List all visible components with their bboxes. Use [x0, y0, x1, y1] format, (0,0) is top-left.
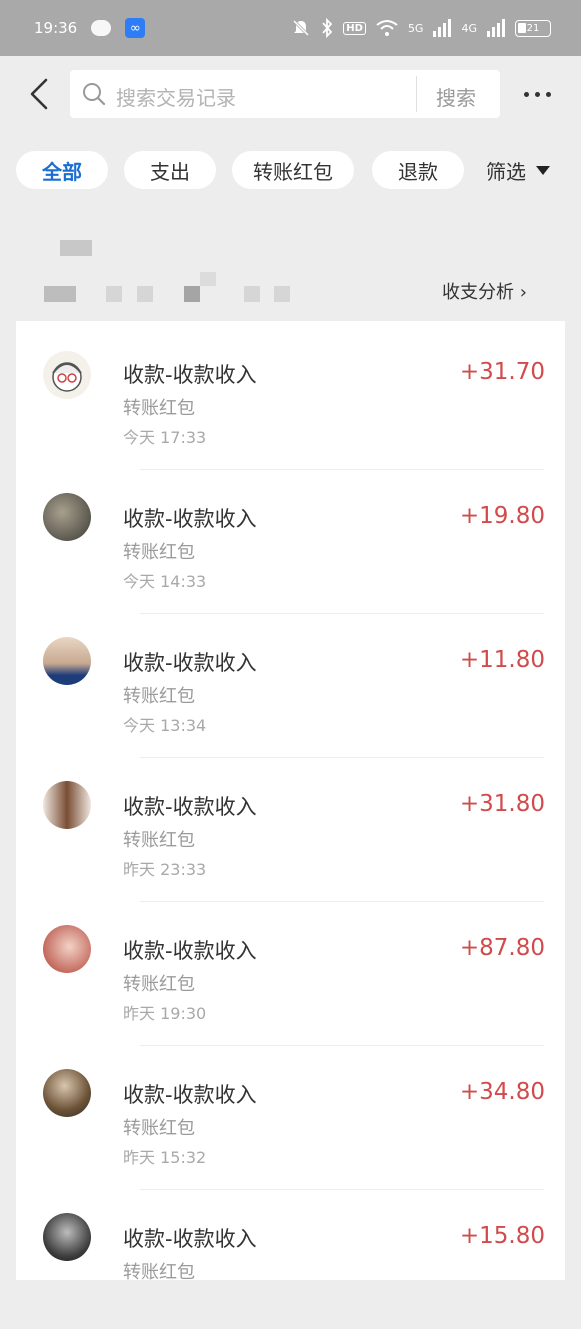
- mute-bell-icon: [293, 19, 310, 37]
- transaction-title: 收款-收款收入: [123, 939, 257, 963]
- transaction-category: 转账红包: [123, 542, 195, 563]
- blur-block: [274, 286, 290, 302]
- search-icon: [83, 83, 106, 106]
- bluetooth-icon: [322, 18, 333, 38]
- transaction-amount: +31.70: [459, 359, 545, 385]
- transaction-title: 收款-收款收入: [123, 507, 257, 531]
- wechat-icon: [91, 20, 112, 36]
- avatar: [43, 493, 91, 541]
- network-4g: 4G: [461, 21, 477, 35]
- avatar: [43, 1069, 91, 1117]
- blur-block: [184, 286, 200, 302]
- transaction-category: 转账红包: [123, 1262, 195, 1283]
- transaction-row[interactable]: 收款-收款收入 转账红包 昨天 23:33 +31.80: [16, 753, 565, 902]
- status-bar: 19:36 ∞ HD 5G 4G 21: [0, 0, 581, 56]
- transaction-row[interactable]: 收款-收款收入 转账红包 今天 17:33 +31.70: [16, 321, 565, 470]
- transaction-time: 昨天 15:32: [123, 1148, 207, 1167]
- transaction-time: 今天 17:33: [123, 428, 207, 447]
- blur-block: [106, 286, 122, 302]
- chip-refund[interactable]: 退款: [372, 151, 464, 189]
- filter-label: 筛选: [486, 160, 526, 184]
- transaction-amount: +19.80: [459, 503, 545, 529]
- search-box[interactable]: 搜索交易记录 搜索: [70, 70, 500, 118]
- more-icon[interactable]: [524, 82, 558, 106]
- infinity-icon: ∞: [125, 18, 146, 38]
- transaction-amount: +87.80: [459, 935, 545, 961]
- battery-level: 21: [526, 22, 540, 34]
- signal-2-icon: [487, 19, 505, 37]
- blur-block: [44, 286, 76, 302]
- battery-icon: 21: [515, 19, 551, 37]
- transaction-amount: +11.80: [459, 647, 545, 673]
- back-icon[interactable]: [24, 76, 54, 112]
- transaction-amount: +34.80: [459, 1079, 545, 1105]
- transaction-time: 今天 14:33: [123, 572, 207, 591]
- avatar: [43, 1213, 91, 1261]
- transaction-row[interactable]: 收款-收款收入 转账红包 +15.80: [16, 1185, 565, 1329]
- transaction-category: 转账红包: [123, 1118, 195, 1139]
- avatar: [43, 781, 91, 829]
- transaction-row[interactable]: 收款-收款收入 转账红包 今天 14:33 +19.80: [16, 465, 565, 614]
- status-right: HD 5G 4G 21: [291, 18, 551, 38]
- transaction-title: 收款-收款收入: [123, 1227, 257, 1251]
- transaction-category: 转账红包: [123, 686, 195, 707]
- status-time: 19:36: [34, 19, 78, 37]
- transaction-title: 收款-收款收入: [123, 363, 257, 387]
- filter-button[interactable]: 筛选: [486, 156, 550, 185]
- hd-badge: HD: [343, 21, 366, 35]
- transaction-title: 收款-收款收入: [123, 651, 257, 675]
- transaction-title: 收款-收款收入: [123, 1083, 257, 1107]
- search-divider: [416, 76, 417, 112]
- blur-block: [60, 240, 92, 256]
- avatar: [43, 637, 91, 685]
- income-expense-analysis-link[interactable]: 收支分析 ›: [442, 278, 527, 304]
- transaction-category: 转账红包: [123, 830, 195, 851]
- chip-transfer-redpacket[interactable]: 转账红包: [232, 151, 354, 189]
- avatar: [43, 925, 91, 973]
- transaction-row[interactable]: 收款-收款收入 转账红包 今天 13:34 +11.80: [16, 609, 565, 758]
- transaction-time: 昨天 23:33: [123, 860, 207, 879]
- chip-all[interactable]: 全部: [16, 151, 108, 189]
- blur-block: [244, 286, 260, 302]
- blur-block: [137, 286, 153, 302]
- avatar: [43, 351, 91, 399]
- signal-1-icon: [433, 19, 452, 37]
- transaction-row[interactable]: 收款-收款收入 转账红包 昨天 19:30 +87.80: [16, 897, 565, 1046]
- network-5g: 5G: [407, 21, 424, 35]
- search-button[interactable]: 搜索: [436, 82, 476, 111]
- transaction-category: 转账红包: [123, 398, 195, 419]
- transaction-title: 收款-收款收入: [123, 795, 257, 819]
- status-left: 19:36 ∞: [34, 18, 146, 38]
- transaction-time: 昨天 19:30: [123, 1004, 207, 1023]
- transaction-amount: +31.80: [459, 791, 545, 817]
- transaction-list: 收款-收款收入 转账红包 今天 17:33 +31.70 收款-收款收入 转账红…: [16, 321, 565, 1283]
- transaction-time: 今天 13:34: [123, 716, 207, 735]
- transaction-category: 转账红包: [123, 974, 195, 995]
- top-nav: 搜索交易记录 搜索: [0, 56, 581, 132]
- chip-expense[interactable]: 支出: [124, 151, 216, 189]
- blur-block: [200, 272, 216, 286]
- caret-down-icon: [536, 166, 550, 175]
- transaction-row[interactable]: 收款-收款收入 转账红包 昨天 15:32 +34.80: [16, 1041, 565, 1190]
- wifi-icon: [376, 20, 398, 36]
- transaction-amount: +15.80: [459, 1223, 545, 1249]
- search-input[interactable]: 搜索交易记录: [116, 82, 236, 111]
